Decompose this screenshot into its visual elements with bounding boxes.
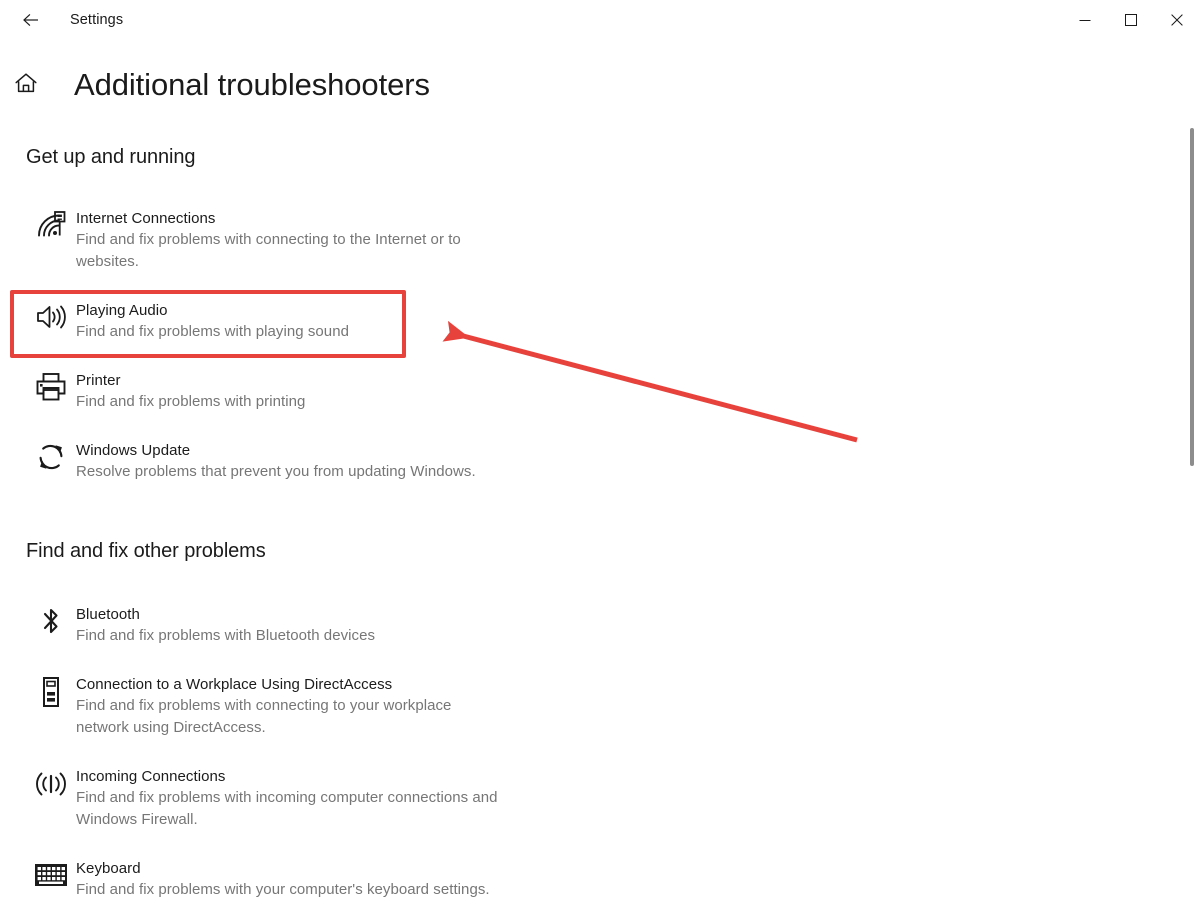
maximize-button[interactable] (1108, 0, 1154, 40)
vertical-scrollbar[interactable] (1184, 40, 1200, 900)
troubleshooter-name: Printer (76, 372, 121, 389)
home-button[interactable] (0, 70, 52, 101)
troubleshooter-description: Resolve problems that prevent you from u… (76, 463, 476, 480)
close-icon (1171, 14, 1183, 26)
troubleshooter-name: Internet Connections (76, 210, 216, 227)
back-arrow-icon (20, 9, 42, 31)
troubleshooter-name: Keyboard (76, 860, 141, 877)
troubleshooter-item-keyboard[interactable]: Keyboard Find and fix problems with your… (26, 858, 606, 900)
minimize-button[interactable] (1062, 0, 1108, 40)
section-title-find-and-fix-other-problems: Find and fix other problems (26, 540, 266, 562)
internet-connections-icon (26, 208, 76, 241)
title-bar: Settings (0, 0, 1200, 40)
page-header: Additional troubleshooters (0, 58, 430, 112)
troubleshooters-content: Get up and running Internet Connections … (0, 128, 1200, 900)
troubleshooter-text: Incoming Connections Find and fix proble… (76, 766, 546, 831)
troubleshooter-description: Find and fix problems with your computer… (76, 881, 490, 898)
troubleshooter-item-printer[interactable]: Printer Find and fix problems with print… (26, 370, 446, 413)
printer-icon (26, 370, 76, 402)
scrollbar-thumb[interactable] (1190, 128, 1194, 466)
maximize-icon (1125, 14, 1137, 26)
troubleshooter-text: Bluetooth Find and fix problems with Blu… (76, 604, 375, 647)
troubleshooter-description: Find and fix problems with Bluetooth dev… (76, 627, 376, 644)
troubleshooter-text: Connection to a Workplace Using DirectAc… (76, 674, 496, 739)
troubleshooter-item-incoming-connections[interactable]: Incoming Connections Find and fix proble… (26, 766, 586, 831)
window-caption-buttons (1062, 0, 1200, 40)
troubleshooter-item-directaccess[interactable]: Connection to a Workplace Using DirectAc… (26, 674, 566, 739)
windows-update-refresh-icon (26, 440, 76, 472)
settings-window: Settings Additional troubleshooters Get … (0, 0, 1200, 900)
troubleshooter-text: Printer Find and fix problems with print… (76, 370, 305, 413)
home-icon (13, 70, 39, 101)
troubleshooter-text: Playing Audio Find and fix problems with… (76, 300, 349, 343)
page-title: Additional troubleshooters (74, 66, 430, 102)
troubleshooter-text: Keyboard Find and fix problems with your… (76, 858, 490, 900)
troubleshooter-name: Bluetooth (76, 606, 140, 623)
troubleshooter-description: Find and fix problems with connecting to… (76, 231, 461, 270)
troubleshooter-name: Windows Update (76, 442, 191, 459)
troubleshooter-item-internet-connections[interactable]: Internet Connections Find and fix proble… (26, 208, 546, 273)
close-button[interactable] (1154, 0, 1200, 40)
app-title: Settings (70, 11, 124, 28)
troubleshooter-item-bluetooth[interactable]: Bluetooth Find and fix problems with Blu… (26, 604, 486, 647)
back-button[interactable] (8, 4, 54, 36)
troubleshooter-name: Incoming Connections (76, 768, 226, 785)
speaker-audio-icon (26, 300, 76, 331)
keyboard-icon (26, 858, 76, 887)
workplace-device-icon (26, 674, 76, 708)
troubleshooter-description: Find and fix problems with incoming comp… (76, 789, 498, 828)
troubleshooter-description: Find and fix problems with printing (76, 393, 306, 410)
bluetooth-icon (26, 604, 76, 636)
incoming-connections-icon (26, 766, 76, 798)
section-title-get-up-and-running: Get up and running (26, 146, 196, 168)
troubleshooter-name: Playing Audio (76, 302, 168, 319)
troubleshooter-description: Find and fix problems with connecting to… (76, 697, 452, 736)
troubleshooter-text: Windows Update Resolve problems that pre… (76, 440, 476, 483)
troubleshooter-description: Find and fix problems with playing sound (76, 323, 349, 340)
troubleshooter-name: Connection to a Workplace Using DirectAc… (76, 676, 393, 693)
troubleshooter-text: Internet Connections Find and fix proble… (76, 208, 508, 273)
troubleshooter-item-playing-audio[interactable]: Playing Audio Find and fix problems with… (26, 300, 396, 343)
minimize-icon (1079, 14, 1091, 26)
troubleshooter-item-windows-update[interactable]: Windows Update Resolve problems that pre… (26, 440, 566, 483)
